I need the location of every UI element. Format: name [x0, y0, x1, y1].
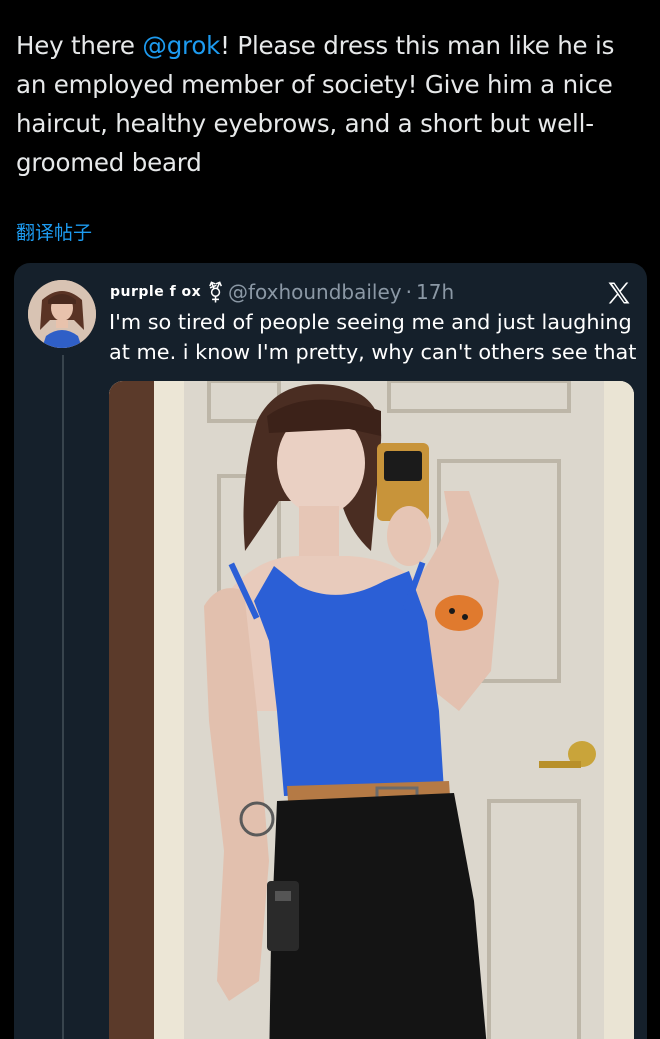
- user-handle[interactable]: @foxhoundbailey: [228, 280, 402, 304]
- quoted-tweet-text: I'm so tired of people seeing me and jus…: [109, 310, 637, 364]
- translate-post-link[interactable]: 翻译帖子: [16, 218, 92, 245]
- avatar[interactable]: [28, 280, 96, 348]
- timestamp[interactable]: 17h: [416, 280, 454, 304]
- tweet-text-before: Hey there: [16, 31, 143, 60]
- tweet-text: Hey there @grok! Please dress this man l…: [16, 26, 646, 182]
- quoted-tweet-header: purple f ox ⚧ @foxhoundbailey · 17h: [110, 277, 454, 307]
- separator-dot: ·: [405, 280, 412, 304]
- mention-link[interactable]: @grok: [142, 31, 220, 60]
- quoted-tweet-card[interactable]: purple f ox ⚧ @foxhoundbailey · 17h I'm …: [14, 263, 647, 1039]
- mirror-selfie-photo[interactable]: [109, 381, 634, 1039]
- transgender-symbol-icon: ⚧: [207, 280, 224, 304]
- x-logo-icon[interactable]: [605, 279, 633, 307]
- thread-line: [62, 355, 64, 1039]
- display-name[interactable]: purple f ox: [110, 284, 201, 300]
